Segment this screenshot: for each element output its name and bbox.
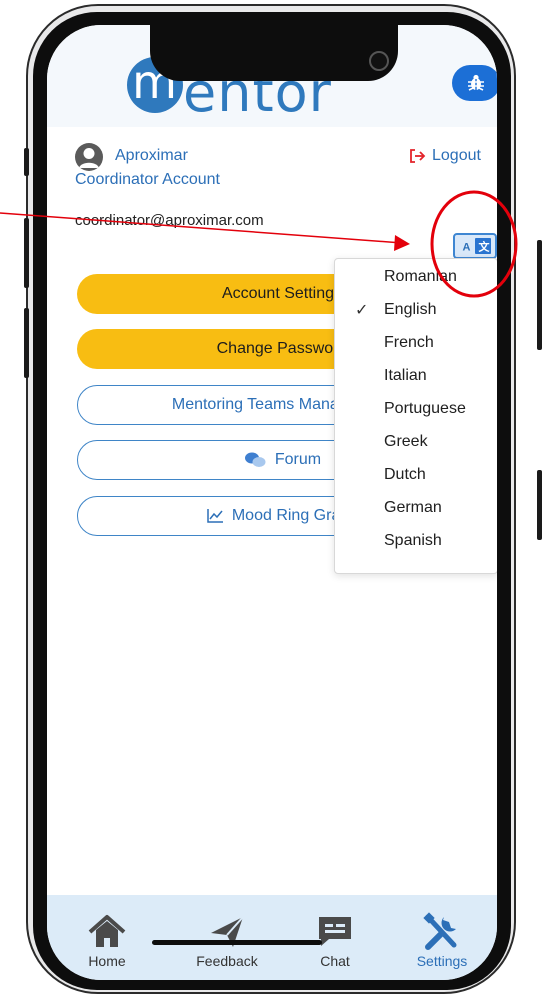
language-option-label: Romanian (384, 268, 457, 285)
language-dropdown: Romanian ✓ English French Italian Portugu… (334, 258, 497, 574)
chat-icon (319, 917, 351, 946)
change-password-label: Change Password (216, 340, 348, 357)
send-icon (211, 916, 244, 947)
nav-chat[interactable]: Chat (290, 895, 380, 980)
nav-chat-label: Chat (320, 953, 350, 969)
silent-switch (24, 148, 29, 176)
app-screen: mentor+ Aproximar Coordinator Account (47, 25, 497, 980)
account-email: coordinator@aproximar.com (75, 212, 264, 229)
language-option-label: German (384, 499, 442, 516)
language-option-portuguese[interactable]: Portuguese (335, 393, 497, 426)
language-option-french[interactable]: French (335, 327, 497, 360)
logout-icon (410, 149, 426, 163)
forum-label: Forum (274, 451, 322, 468)
account-name: Aproximar (115, 147, 188, 164)
avatar (75, 143, 103, 171)
checkmark-icon: ✓ (355, 302, 369, 319)
language-option-label: Spanish (384, 532, 442, 549)
chat-bubbles-icon (244, 452, 266, 467)
line-chart-icon (207, 509, 223, 523)
logout-label: Logout (432, 147, 481, 164)
nav-feedback[interactable]: Feedback (182, 895, 272, 980)
volume-down-button (24, 308, 29, 378)
svg-text:文: 文 (479, 240, 491, 254)
language-option-english[interactable]: ✓ English (335, 294, 497, 327)
nav-settings[interactable]: Settings (397, 895, 487, 980)
language-option-dutch[interactable]: Dutch (335, 459, 497, 492)
user-icon (79, 148, 99, 168)
tools-icon (423, 912, 457, 950)
nav-home[interactable]: Home (62, 895, 152, 980)
side-button-lower (537, 470, 542, 540)
language-option-label: English (384, 301, 437, 318)
language-option-label: Greek (384, 433, 428, 450)
translate-icon: A 文 (459, 238, 491, 254)
nav-home-label: Home (88, 953, 126, 969)
language-option-greek[interactable]: Greek (335, 426, 497, 459)
bug-icon (468, 74, 484, 91)
report-bug-button[interactable] (452, 65, 497, 101)
svg-text:A: A (463, 242, 471, 254)
language-option-label: Portuguese (384, 400, 466, 417)
language-option-label: Dutch (384, 466, 426, 483)
front-camera (369, 51, 389, 71)
language-option-italian[interactable]: Italian (335, 360, 497, 393)
nav-feedback-label: Feedback (196, 953, 258, 969)
power-button (537, 240, 542, 350)
language-option-label: Italian (384, 367, 427, 384)
phone-notch (150, 25, 398, 81)
logout-link[interactable]: Logout (408, 147, 481, 165)
account-settings-label: Account Settings (221, 285, 343, 302)
language-option-romanian[interactable]: Romanian (335, 261, 497, 294)
home-indicator (152, 940, 322, 945)
volume-up-button (24, 218, 29, 288)
language-toggle-button[interactable]: A 文 (453, 233, 497, 259)
nav-settings-label: Settings (416, 953, 468, 969)
language-option-german[interactable]: German (335, 492, 497, 525)
bottom-navigation: Home Feedback Chat Settings (47, 895, 497, 980)
account-role: Coordinator Account (75, 171, 220, 188)
home-icon (88, 915, 126, 947)
language-option-label: French (384, 334, 434, 351)
language-option-spanish[interactable]: Spanish (335, 525, 497, 558)
